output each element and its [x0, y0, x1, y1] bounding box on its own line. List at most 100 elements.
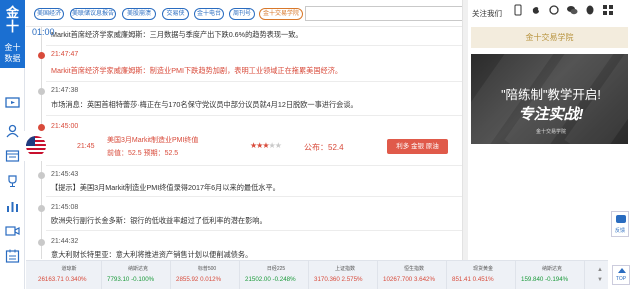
tv-icon[interactable]: [5, 96, 20, 110]
right-column: 关注我们 金十交易学院 "陪练制"教学开启! 专注实战! 金十交易学院: [468, 0, 632, 260]
ticker-name: 纳斯达克: [541, 266, 562, 272]
ticker-item[interactable]: 上证指数 3170.360 2.575%: [312, 261, 378, 289]
ticker-item[interactable]: 恒生指数 10267.700 3.642%: [381, 261, 447, 289]
back-to-top-button[interactable]: TOP: [612, 265, 630, 285]
tag-fed-report[interactable]: 美联储议息报告: [70, 8, 116, 20]
academy-title: 金十交易学院: [525, 33, 574, 42]
feed-item-time: 21:45:43: [51, 171, 79, 178]
tag-jin10-radio[interactable]: 金十电台: [194, 8, 224, 20]
academy-header[interactable]: 金十交易学院: [471, 27, 628, 48]
star-icon: ★: [274, 141, 282, 150]
chat-icon: [616, 215, 626, 223]
feed-item-time: 21:44:32: [51, 238, 79, 245]
ticker-change: 2.575%: [341, 276, 363, 283]
divider: [46, 165, 462, 166]
feed-item-text: 欧洲央行副行长金多斯：银行的低收益率超过了低利率的潜在影响。: [51, 216, 267, 225]
qq-icon[interactable]: [584, 4, 596, 16]
chevron-down-icon: ▼: [597, 277, 603, 283]
feedback-label: 反馈: [614, 228, 625, 234]
feed-item-text: Markit首席经济学家威廉姆斯：三月数据与季度产出下跌0.6%的趋势表现一致。: [51, 30, 303, 39]
banner-brand: 金十交易学院: [535, 129, 566, 135]
ticker-price: 2855.92: [176, 276, 199, 283]
ticker-item[interactable]: 道琼斯 26163.71 0.340%: [36, 261, 102, 289]
ticker-change: 0.340%: [65, 276, 87, 283]
ticker-change: -0.248%: [272, 276, 296, 283]
timeline-dot: [38, 52, 45, 59]
ticker-value: 10267.700 3.642%: [383, 276, 447, 283]
logo-line-3: 数据: [4, 54, 21, 63]
schedule-icon[interactable]: [5, 249, 20, 263]
feed-item-time: 21:45:08: [51, 204, 79, 211]
ticker-value: 2855.92 0.012%: [176, 276, 240, 283]
timeline-dot: [38, 124, 45, 131]
ticker-item[interactable]: 纳斯达克 159.840 -0.194%: [519, 261, 585, 289]
weibo-icon[interactable]: [530, 4, 542, 16]
calendar-icon[interactable]: [5, 149, 20, 163]
app-root: 金十 金十 数据 美国经济 美联储议息报告 美股崩溃 交易侠 金十电台 周刊号 …: [0, 0, 632, 289]
feedback-button[interactable]: 反馈: [611, 211, 629, 237]
search-input[interactable]: [305, 6, 477, 21]
logo[interactable]: 金十 金十 数据: [0, 0, 25, 68]
ticker-item[interactable]: 标普500 2855.92 0.012%: [174, 261, 240, 289]
ticker-value: 851.41 0.451%: [452, 276, 516, 283]
feed-item-time: 21:47:38: [51, 87, 79, 94]
ticker-name: 纳斯达克: [127, 266, 148, 272]
ticker-name: 日经225: [266, 266, 286, 272]
ticker-item[interactable]: 日经225 21502.00 -0.248%: [243, 261, 309, 289]
ticker-name: 道琼斯: [61, 266, 77, 272]
card-title[interactable]: 美国3月Markit制造业PMI终值: [107, 135, 198, 145]
feed-item-text: 【提示】美国3月Markit制造业PMI终值录得2017年6月以来的最低水平。: [51, 183, 280, 192]
tag-us-economy[interactable]: 美国经济: [34, 8, 64, 20]
ticker-price: 3170.360: [314, 276, 340, 283]
timeline-dot: [38, 88, 45, 95]
ticker-change: 3.642%: [413, 276, 435, 283]
timeline-dot: [38, 205, 45, 212]
user-icon[interactable]: [5, 124, 20, 138]
ticker-price: 26163.71: [38, 276, 64, 283]
academy-banner[interactable]: "陪练制"教学开启! 专注实战! 金十交易学院: [471, 54, 628, 144]
timeline-dot: [38, 172, 45, 179]
ticker-price: 21502.00: [245, 276, 271, 283]
arrow-up-icon: [618, 268, 626, 273]
us-flag-icon: [26, 136, 46, 156]
trophy-icon[interactable]: [5, 174, 20, 188]
tag-academy[interactable]: 金十交易学院: [259, 8, 303, 20]
tag-stock-crash[interactable]: 美股崩溃: [122, 8, 156, 20]
ticker-item[interactable]: 现货黄金 851.41 0.451%: [450, 261, 516, 289]
tag-weekly[interactable]: 周刊号: [229, 8, 255, 20]
feed-item-time: 21:47:47: [51, 51, 79, 58]
divider: [46, 196, 462, 197]
video-icon[interactable]: [5, 224, 20, 238]
ticker-value: 21502.00 -0.248%: [245, 276, 309, 283]
logo-line-2: 金十: [4, 43, 21, 52]
ticker-change: -0.100%: [131, 276, 155, 283]
timeline-dot: [38, 239, 45, 246]
logo-top-text: 金十: [5, 5, 19, 34]
link-icon[interactable]: [548, 4, 560, 16]
ticker-change: -0.194%: [545, 276, 569, 283]
wechat-icon[interactable]: [566, 4, 578, 16]
card-prev-expected: 前值：52.5 预期：52.5: [107, 150, 179, 157]
ticker-scroll-arrows[interactable]: ▲ ▼: [594, 265, 606, 287]
grid-icon[interactable]: [602, 4, 614, 16]
ticker-value: 7793.10 -0.100%: [107, 276, 171, 283]
ticker-value: 26163.71 0.340%: [38, 276, 102, 283]
ticker-item[interactable]: 纳斯达克 7793.10 -0.100%: [105, 261, 171, 289]
feed-item-text: 意大利财长特里亚：意大利将推进资产销售计划以便削减债务。: [51, 250, 253, 259]
tag-trader[interactable]: 交易侠: [162, 8, 189, 20]
banner-headline: "陪练制"教学开启!: [501, 88, 601, 102]
ticker-name: 上证指数: [334, 266, 355, 272]
feed-item-text: Markit首席经济学家威廉姆斯：制造业PMI下跌趋势加剧，表明工业领域正在拖累…: [51, 66, 343, 75]
ticker-change: 0.451%: [472, 276, 494, 283]
chart-icon[interactable]: [5, 199, 20, 213]
divider: [46, 115, 462, 116]
impact-badge[interactable]: 利多 金银 原油: [387, 139, 448, 154]
phone-icon[interactable]: [512, 4, 524, 16]
ticker-value: 3170.360 2.575%: [314, 276, 378, 283]
divider: [46, 230, 462, 231]
divider: [46, 45, 462, 46]
ticker-price: 159.840: [521, 276, 544, 283]
divider: [46, 81, 462, 82]
economic-data-card[interactable]: 21:45 美国3月Markit制造业PMI终值 前值：52.5 预期：52.5…: [22, 131, 448, 161]
ticker-change: 0.012%: [200, 276, 222, 283]
